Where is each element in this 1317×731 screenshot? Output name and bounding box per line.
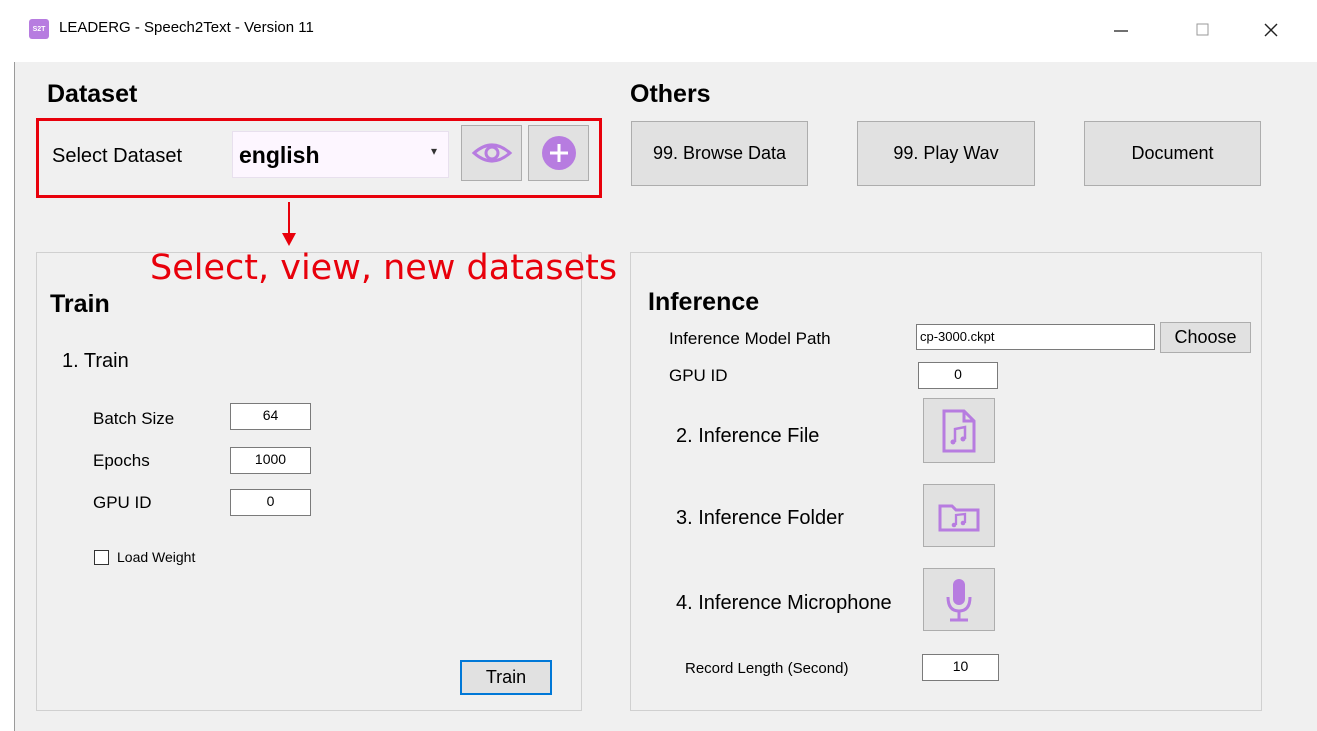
- maximize-icon: [1196, 23, 1209, 36]
- inference-folder-label: 3. Inference Folder: [676, 507, 844, 529]
- inference-file-label: 2. Inference File: [676, 425, 820, 447]
- train-panel: [36, 252, 582, 711]
- epochs-input[interactable]: 1000: [230, 447, 311, 474]
- others-heading: Others: [630, 80, 711, 108]
- batch-size-label: Batch Size: [93, 409, 175, 428]
- train-heading: Train: [50, 290, 110, 318]
- window-title: LEADERG - Speech2Text - Version 11: [59, 19, 314, 36]
- train-button[interactable]: Train: [460, 660, 552, 695]
- minimize-icon: [1114, 30, 1128, 32]
- inference-panel: [630, 252, 1262, 711]
- train-gpu-id-label: GPU ID: [93, 493, 152, 512]
- record-length-label: Record Length (Second): [685, 660, 849, 677]
- chevron-down-icon: ▾: [431, 144, 438, 158]
- view-dataset-button[interactable]: [461, 125, 522, 181]
- dataset-selected-value: english: [239, 142, 320, 168]
- inference-heading: Inference: [648, 288, 760, 316]
- inference-file-button[interactable]: [923, 398, 995, 463]
- minimize-button[interactable]: [1098, 10, 1144, 50]
- add-dataset-button[interactable]: [528, 125, 589, 181]
- batch-size-input[interactable]: 64: [230, 403, 311, 430]
- microphone-icon: [946, 578, 972, 621]
- annotation-arrow-icon: [282, 202, 296, 246]
- music-folder-icon: [938, 504, 980, 531]
- train-step-label: 1. Train: [62, 350, 129, 372]
- load-weight-label: Load Weight: [117, 549, 196, 565]
- close-icon: [1264, 23, 1278, 37]
- music-file-icon: [942, 409, 976, 452]
- epochs-label: Epochs: [93, 451, 150, 470]
- train-gpu-id-input[interactable]: 0: [230, 489, 311, 516]
- inference-folder-button[interactable]: [923, 484, 995, 547]
- choose-model-button[interactable]: Choose: [1160, 322, 1251, 353]
- maximize-button[interactable]: [1180, 10, 1226, 50]
- annotation-text: Select, view, new datasets: [150, 248, 618, 288]
- eye-icon: [471, 143, 512, 163]
- dataset-dropdown[interactable]: english ▾: [232, 131, 449, 178]
- play-wav-button[interactable]: 99. Play Wav: [857, 121, 1035, 186]
- dataset-heading: Dataset: [47, 80, 138, 108]
- document-button[interactable]: Document: [1084, 121, 1261, 186]
- browse-data-button[interactable]: 99. Browse Data: [631, 121, 808, 186]
- record-length-input[interactable]: 10: [922, 654, 999, 681]
- inference-microphone-button[interactable]: [923, 568, 995, 631]
- inference-microphone-label: 4. Inference Microphone: [676, 592, 892, 614]
- inference-model-path-input[interactable]: cp-3000.ckpt: [916, 324, 1155, 350]
- inference-model-path-label: Inference Model Path: [669, 329, 831, 348]
- app-icon: S2T: [29, 19, 49, 39]
- inference-gpu-id-input[interactable]: 0: [918, 362, 998, 389]
- plus-circle-icon: [541, 136, 576, 170]
- load-weight-checkbox[interactable]: [94, 550, 109, 565]
- select-dataset-label: Select Dataset: [52, 145, 183, 167]
- inference-gpu-id-label: GPU ID: [669, 366, 728, 385]
- close-button[interactable]: [1248, 10, 1294, 50]
